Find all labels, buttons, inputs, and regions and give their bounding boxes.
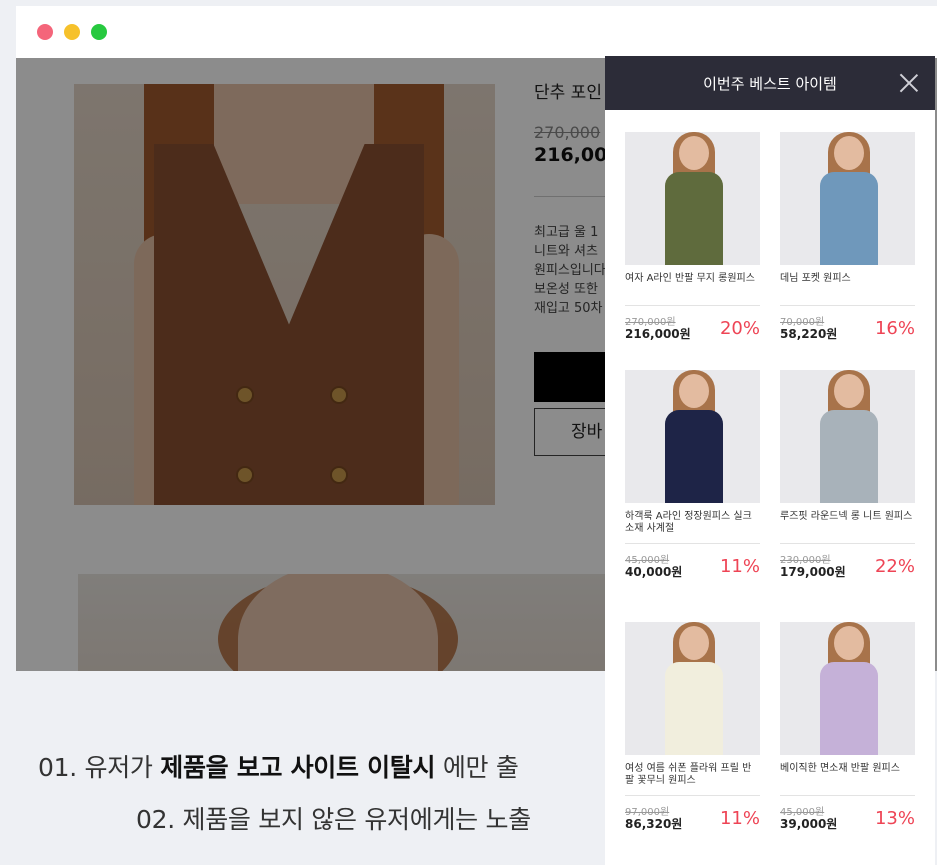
product-card[interactable]: 루즈핏 라운드넥 롱 니트 원피스 230,000원 179,000원 22% — [780, 370, 915, 582]
product-card[interactable]: 여성 여름 쉬폰 플라워 프릴 반팔 꽃무늬 원피스 97,000원 86,320원… — [625, 622, 760, 834]
product-name[interactable]: 베이직한 면소재 반팔 원피스 — [780, 763, 915, 791]
divider — [625, 795, 760, 796]
caption-emphasis: 제품을 보고 사이트 이탈시 — [160, 753, 436, 782]
product-name[interactable]: 데님 포켓 원피스 — [780, 273, 915, 301]
popup-title: 이번주 베스트 아이템 — [703, 75, 837, 93]
discount-rate: 16% — [874, 318, 915, 339]
product-card[interactable]: 베이직한 면소재 반팔 원피스 45,000원 39,000원 13% — [780, 622, 915, 834]
product-thumbnail[interactable] — [625, 370, 760, 503]
product-card[interactable]: 여자 A라인 반팔 무지 롱원피스 270,000원 216,000원 20% — [625, 132, 760, 344]
discount-rate: 13% — [874, 808, 915, 829]
discount-rate: 22% — [874, 556, 915, 577]
product-name[interactable]: 여자 A라인 반팔 무지 롱원피스 — [625, 273, 760, 301]
maximize-window-button[interactable] — [91, 24, 107, 40]
caption-text: 01. 유저가 — [38, 753, 161, 782]
product-thumbnail[interactable] — [780, 622, 915, 755]
sale-price: 58,220원 — [780, 327, 838, 341]
price-block: 70,000원 58,220원 16% — [780, 310, 915, 344]
price-block: 45,000원 40,000원 11% — [625, 548, 760, 582]
discount-rate: 20% — [719, 318, 760, 339]
divider — [780, 305, 915, 306]
window-titlebar — [16, 6, 937, 58]
product-name[interactable]: 여성 여름 쉬폰 플라워 프릴 반팔 꽃무늬 원피스 — [625, 763, 760, 791]
product-card[interactable]: 데님 포켓 원피스 70,000원 58,220원 16% — [780, 132, 915, 344]
sale-price: 40,000원 — [625, 565, 683, 579]
caption-line-2: 02. 제품을 보지 않은 유저에게는 노출 — [136, 805, 531, 834]
divider — [625, 543, 760, 544]
product-thumbnail[interactable] — [625, 622, 760, 755]
close-window-button[interactable] — [37, 24, 53, 40]
caption-text: 에만 출 — [435, 753, 519, 782]
product-thumbnail[interactable] — [625, 132, 760, 265]
best-items-popup: 이번주 베스트 아이템 여자 A라인 반팔 무지 롱원피스 270,000원 216… — [605, 56, 935, 865]
price-block: 270,000원 216,000원 20% — [625, 310, 760, 344]
price-block: 230,000원 179,000원 22% — [780, 548, 915, 582]
sale-price: 39,000원 — [780, 817, 838, 831]
price-block: 97,000원 86,320원 11% — [625, 800, 760, 834]
product-name[interactable]: 하객룩 A라인 정장원피스 실크소재 사계절 — [625, 511, 760, 539]
product-thumbnail[interactable] — [780, 370, 915, 503]
close-icon[interactable] — [899, 73, 919, 93]
product-thumbnail[interactable] — [780, 132, 915, 265]
divider — [625, 305, 760, 306]
discount-rate: 11% — [719, 808, 760, 829]
discount-rate: 11% — [719, 556, 760, 577]
sale-price: 86,320원 — [625, 817, 683, 831]
popup-header: 이번주 베스트 아이템 — [605, 56, 935, 110]
product-name[interactable]: 루즈핏 라운드넥 롱 니트 원피스 — [780, 511, 915, 539]
price-block: 45,000원 39,000원 13% — [780, 800, 915, 834]
sale-price: 216,000원 — [625, 327, 691, 341]
sale-price: 179,000원 — [780, 565, 846, 579]
caption-line-1: 01. 유저가 제품을 보고 사이트 이탈시 에만 출 — [38, 748, 519, 784]
product-card[interactable]: 하객룩 A라인 정장원피스 실크소재 사계절 45,000원 40,000원 11% — [625, 370, 760, 582]
divider — [780, 795, 915, 796]
minimize-window-button[interactable] — [64, 24, 80, 40]
divider — [780, 543, 915, 544]
